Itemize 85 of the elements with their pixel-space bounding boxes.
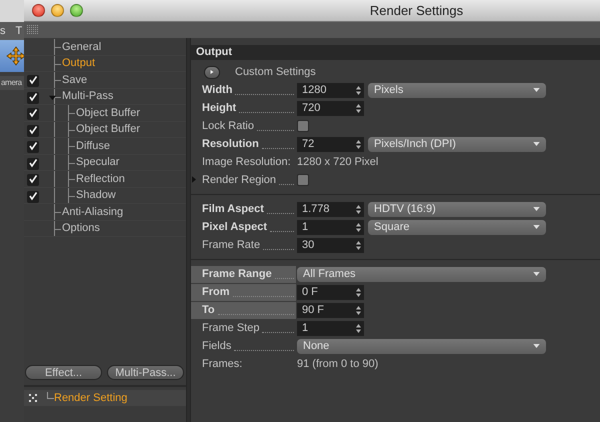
dropdown[interactable]: Pixels/Inch (DPI) [368, 136, 546, 152]
play-button[interactable] [204, 66, 220, 78]
field-label: Frame Rate [202, 239, 260, 251]
field-label: Film Aspect [202, 203, 264, 215]
custom-settings-label: Custom Settings [235, 66, 316, 78]
checkbox[interactable] [27, 92, 39, 104]
info-value: 1280 x 720 Pixel [297, 156, 378, 168]
checkbox[interactable] [27, 174, 39, 186]
checkbox[interactable] [27, 108, 39, 120]
tree-item[interactable]: Object Buffer [76, 123, 140, 136]
checkbox[interactable] [297, 174, 309, 186]
tool-button[interactable] [0, 40, 24, 72]
number-field[interactable]: 90 F [297, 302, 364, 318]
window-title: Render Settings [368, 3, 464, 18]
menu-label[interactable]: T [16, 25, 22, 37]
spinner-arrows-icon[interactable] [356, 306, 361, 314]
play-icon [209, 69, 215, 75]
expand-triangle-icon[interactable] [49, 94, 56, 100]
dropdown[interactable]: All Frames [297, 266, 546, 282]
info-value: 91 (from 0 to 90) [297, 358, 378, 370]
number-field[interactable]: 72 [297, 136, 364, 152]
section-header: Output [191, 45, 600, 60]
dropdown[interactable]: Pixels [368, 82, 546, 98]
number-field[interactable]: 1280 [297, 82, 364, 98]
move-arrows-icon [6, 46, 24, 66]
field-label: Height [202, 102, 236, 114]
dropdown-arrow-icon [533, 88, 540, 92]
number-field[interactable]: 30 [297, 238, 364, 252]
close-button[interactable] [32, 4, 45, 17]
dropdown-arrow-icon [533, 344, 540, 348]
tree-item[interactable]: Shadow [76, 189, 116, 202]
checkbox[interactable] [297, 120, 309, 132]
field-label: Lock Ratio [202, 120, 254, 132]
dropdown-arrow-icon [533, 272, 540, 276]
spinner-arrows-icon[interactable] [356, 288, 361, 296]
field-label: Resolution [202, 138, 259, 150]
dropdown[interactable]: HDTV (16:9) [368, 202, 546, 216]
tree-item[interactable]: Specular [76, 156, 120, 168]
tree-item[interactable]: Options [62, 222, 100, 234]
field-label: Render Region [202, 174, 276, 186]
spinner-arrows-icon[interactable] [356, 86, 361, 94]
field-label: From [202, 286, 230, 298]
tab-label[interactable]: amera [0, 76, 24, 90]
tree-item[interactable]: Reflection [76, 172, 125, 185]
field-label: Frame Step [202, 322, 260, 334]
dropdown-arrow-icon [533, 142, 540, 146]
spinner-arrows-icon[interactable] [356, 140, 361, 148]
spinner-arrows-icon[interactable] [356, 240, 361, 250]
field-label: Fields [202, 340, 232, 352]
dropdown[interactable]: Square [368, 220, 546, 234]
number-field[interactable]: 1.778 [297, 202, 364, 216]
tree-item[interactable]: Save [62, 74, 88, 86]
tree-item[interactable]: Diffuse [76, 140, 110, 152]
spinner-arrows-icon[interactable] [356, 104, 361, 112]
field-label: Width [202, 84, 232, 96]
tree-item[interactable]: General [62, 40, 102, 53]
checkbox[interactable] [27, 75, 39, 87]
field-label: To [202, 304, 215, 316]
sidebar-button[interactable]: Multi-Pass... [107, 365, 184, 380]
number-field[interactable]: 1 [297, 320, 364, 336]
field-label: Pixel Aspect [202, 221, 268, 233]
menu-label[interactable]: s [0, 25, 6, 37]
dropdown-arrow-icon [533, 225, 540, 229]
zoom-button[interactable] [70, 4, 83, 17]
info-label: Image Resolution: [201, 155, 292, 170]
tree-item[interactable]: Output [62, 57, 96, 70]
tree-item[interactable]: Anti-Aliasing [62, 206, 124, 218]
sidebar-button[interactable]: Effect... [25, 365, 102, 380]
checkbox[interactable] [27, 190, 39, 202]
spinner-arrows-icon[interactable] [356, 204, 361, 214]
field-label: Frame Range [202, 268, 272, 280]
tree-item[interactable]: Object Buffer [76, 106, 140, 119]
dropdown[interactable]: None [297, 338, 546, 354]
checkbox[interactable] [27, 124, 39, 136]
dropdown-arrow-icon [533, 207, 540, 211]
tree-item[interactable]: Multi-Pass [62, 90, 114, 102]
checkbox[interactable] [27, 141, 39, 153]
spinner-arrows-icon[interactable] [356, 222, 361, 232]
number-field[interactable]: 720 [297, 100, 364, 116]
number-field[interactable]: 1 [297, 220, 364, 234]
info-label: Frames: [201, 357, 244, 372]
minimize-button[interactable] [51, 4, 64, 17]
checkbox[interactable] [27, 158, 39, 170]
number-field[interactable]: 0 F [297, 284, 364, 300]
spinner-arrows-icon[interactable] [356, 324, 361, 332]
